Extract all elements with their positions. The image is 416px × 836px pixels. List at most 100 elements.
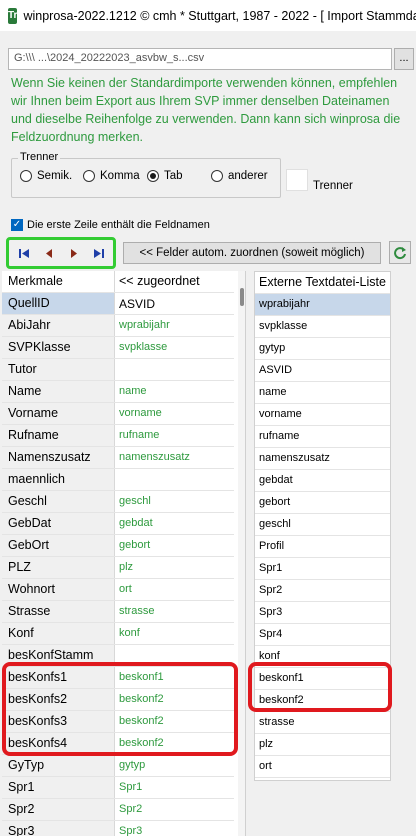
header-row-checkbox[interactable]: ✓ Die erste Zeile enthält die Feldnamen — [11, 219, 210, 231]
radio-circle-selected — [147, 170, 159, 182]
table-row[interactable]: Rufname rufname — [2, 425, 234, 447]
app-icon: Tr — [8, 7, 18, 24]
refresh-button[interactable] — [389, 241, 411, 264]
field-name-cell: GyTyp — [2, 755, 115, 776]
previous-record-button[interactable] — [36, 242, 61, 264]
list-item[interactable]: gebdat — [255, 470, 390, 492]
assigned-field-cell[interactable]: gytyp — [115, 755, 234, 776]
assigned-field-cell[interactable]: strasse — [115, 601, 234, 622]
field-name-cell: AbiJahr — [2, 315, 115, 336]
list-item[interactable]: Spr1 — [255, 558, 390, 580]
table-row[interactable]: Geschl geschl — [2, 491, 234, 513]
radio-comma[interactable]: Komma — [83, 170, 140, 182]
scrollbar-thumb[interactable] — [240, 288, 244, 306]
list-item[interactable]: Spr2 — [255, 580, 390, 602]
highlight-frame-left — [2, 662, 238, 756]
assigned-field-cell[interactable]: gebdat — [115, 513, 234, 534]
assigned-field-cell[interactable]: Spr2 — [115, 799, 234, 820]
table-row[interactable]: Spr1 Spr1 — [2, 777, 234, 799]
field-name-cell: Spr2 — [2, 799, 115, 820]
list-item[interactable]: plz — [255, 734, 390, 756]
radio-semicolon[interactable]: Semik. — [20, 170, 72, 182]
field-name-cell: Namenszusatz — [2, 447, 115, 468]
list-item[interactable]: Spr4 — [255, 624, 390, 646]
radio-label: anderer — [228, 170, 268, 182]
list-item[interactable]: ASVID — [255, 360, 390, 382]
grid-header-row: Merkmale << zugeordnet — [2, 271, 234, 293]
header-row-checkbox-label: Die erste Zeile enthält die Feldnamen — [27, 219, 210, 231]
radio-label: Komma — [100, 170, 140, 182]
assigned-field-cell[interactable] — [115, 359, 234, 380]
table-row[interactable]: PLZ plz — [2, 557, 234, 579]
table-row[interactable]: AbiJahr wprabijahr — [2, 315, 234, 337]
assigned-field-cell[interactable]: rufname — [115, 425, 234, 446]
table-row[interactable]: Tutor — [2, 359, 234, 381]
last-record-button[interactable] — [86, 242, 111, 264]
skip-first-icon — [18, 248, 29, 258]
list-item[interactable]: namenszusatz — [255, 448, 390, 470]
assigned-field-cell[interactable]: gebort — [115, 535, 234, 556]
table-row[interactable]: Name name — [2, 381, 234, 403]
radio-circle — [20, 170, 32, 182]
field-name-cell: Konf — [2, 623, 115, 644]
table-row[interactable]: Vorname vorname — [2, 403, 234, 425]
table-row[interactable]: Wohnort ort — [2, 579, 234, 601]
table-row[interactable]: Strasse strasse — [2, 601, 234, 623]
assigned-field-cell[interactable]: plz — [115, 557, 234, 578]
radio-other[interactable]: anderer — [211, 170, 268, 182]
assigned-field-cell[interactable]: Spr3 — [115, 821, 234, 836]
assigned-field-cell[interactable]: wprabijahr — [115, 315, 234, 336]
custom-separator-input[interactable] — [286, 169, 308, 191]
assigned-field-cell[interactable]: vorname — [115, 403, 234, 424]
table-row[interactable]: SVPKlasse svpklasse — [2, 337, 234, 359]
assigned-field-cell[interactable] — [115, 469, 234, 490]
previous-icon — [45, 248, 52, 258]
vertical-scrollbar[interactable] — [238, 271, 245, 836]
table-row[interactable]: Spr3 Spr3 — [2, 821, 234, 836]
table-row[interactable]: QuellID ASVID — [2, 293, 234, 315]
list-item[interactable]: gebort — [255, 492, 390, 514]
list-item[interactable]: Spr3 — [255, 602, 390, 624]
separator-side-label: Trenner — [313, 180, 353, 192]
table-row[interactable]: Namenszusatz namenszusatz — [2, 447, 234, 469]
table-row[interactable]: maennlich — [2, 469, 234, 491]
list-item[interactable]: strasse — [255, 712, 390, 734]
field-name-cell: Geschl — [2, 491, 115, 512]
assigned-field-cell[interactable]: namenszusatz — [115, 447, 234, 468]
list-item[interactable]: wprabijahr — [255, 294, 390, 316]
list-item[interactable]: ort — [255, 756, 390, 778]
list-item[interactable]: Profil — [255, 536, 390, 558]
next-record-button[interactable] — [61, 242, 86, 264]
file-path-field[interactable]: G:\\\ ...\2024_20222023_asvbw_s...csv — [8, 48, 392, 70]
table-row[interactable]: GebOrt gebort — [2, 535, 234, 557]
column-header-field: Merkmale — [2, 271, 115, 292]
separator-legend: Trenner — [18, 151, 61, 163]
list-item[interactable]: svpklasse — [255, 316, 390, 338]
assigned-field-cell[interactable]: Spr1 — [115, 777, 234, 798]
auto-assign-button[interactable]: << Felder autom. zuordnen (soweit möglic… — [123, 242, 381, 264]
info-text: Wenn Sie keinen der Standardimporte verw… — [11, 76, 401, 144]
title-bar: Tr winprosa-2022.1212 © cmh * Stuttgart,… — [0, 0, 416, 31]
field-name-cell: SVPKlasse — [2, 337, 115, 358]
table-row[interactable]: Spr2 Spr2 — [2, 799, 234, 821]
list-item[interactable]: gytyp — [255, 338, 390, 360]
table-row[interactable]: GyTyp gytyp — [2, 755, 234, 777]
list-item[interactable]: rufname — [255, 426, 390, 448]
list-item[interactable]: name — [255, 382, 390, 404]
list-item[interactable]: vorname — [255, 404, 390, 426]
first-record-button[interactable] — [11, 242, 36, 264]
field-name-cell: QuellID — [2, 293, 115, 314]
table-row[interactable]: Konf konf — [2, 623, 234, 645]
assigned-field-cell[interactable]: konf — [115, 623, 234, 644]
assigned-field-cell[interactable]: svpklasse — [115, 337, 234, 358]
assigned-field-cell[interactable]: ort — [115, 579, 234, 600]
field-name-cell: Vorname — [2, 403, 115, 424]
radio-tab[interactable]: Tab — [147, 170, 183, 182]
assigned-field-cell[interactable]: geschl — [115, 491, 234, 512]
list-item[interactable]: geschl — [255, 514, 390, 536]
assigned-field-cell[interactable]: name — [115, 381, 234, 402]
assigned-field-cell[interactable]: ASVID — [115, 293, 234, 314]
record-navigator — [6, 237, 116, 269]
table-row[interactable]: GebDat gebdat — [2, 513, 234, 535]
browse-button[interactable]: ... — [394, 48, 414, 70]
